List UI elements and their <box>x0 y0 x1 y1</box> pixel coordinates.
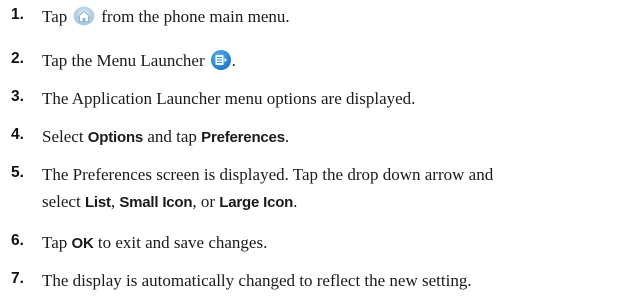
text-segment: Tap <box>42 233 72 252</box>
step-text: Select Options and tap Preferences. <box>42 123 617 151</box>
step-text: Tap OK to exit and save changes. <box>42 229 617 257</box>
text-segment: Select <box>42 127 88 146</box>
step-number: 4. <box>11 126 24 143</box>
step-text: Tap from the phone main menu. <box>42 3 617 30</box>
text-segment: , or <box>192 192 220 211</box>
options-term: Options <box>87 129 144 146</box>
step-number: 6. <box>11 232 24 249</box>
text-segment: to exit and save changes. <box>93 233 268 252</box>
step-number: 3. <box>11 88 24 105</box>
step-text-line-1: The Preferences screen is displayed. Tap… <box>42 165 494 184</box>
text-segment: . <box>293 192 298 211</box>
preferences-term: Preferences <box>201 129 285 146</box>
ok-term: OK <box>71 235 94 252</box>
step-text: Tap the Menu Launcher . <box>42 47 617 74</box>
menu-launcher-icon <box>210 49 232 71</box>
step-number: 7. <box>11 270 24 287</box>
step-text: The Application Launcher menu options ar… <box>42 89 416 108</box>
instruction-steps: 1. Tap from the phone main menu. 2. Tap <box>0 0 627 308</box>
step-text: The Preferences screen is displayed. Tap… <box>42 161 617 216</box>
step-text-before: Tap <box>42 7 68 26</box>
step-number: 1. <box>11 6 24 23</box>
step-number: 2. <box>11 50 24 67</box>
step-text-before: Tap the Menu Launcher <box>42 51 205 70</box>
step-text-after: from the phone main menu. <box>101 7 290 26</box>
step-text: The display is automatically changed to … <box>42 271 472 290</box>
large-icon-term: Large Icon <box>219 194 294 211</box>
list-term: List <box>84 194 111 211</box>
text-segment: . <box>284 127 290 146</box>
text-segment: and tap <box>143 127 202 146</box>
home-icon <box>73 6 95 26</box>
text-segment: select <box>42 192 85 211</box>
step-text-after: . <box>231 51 236 70</box>
step-number: 5. <box>11 164 24 181</box>
small-icon-term: Small Icon <box>119 194 193 211</box>
